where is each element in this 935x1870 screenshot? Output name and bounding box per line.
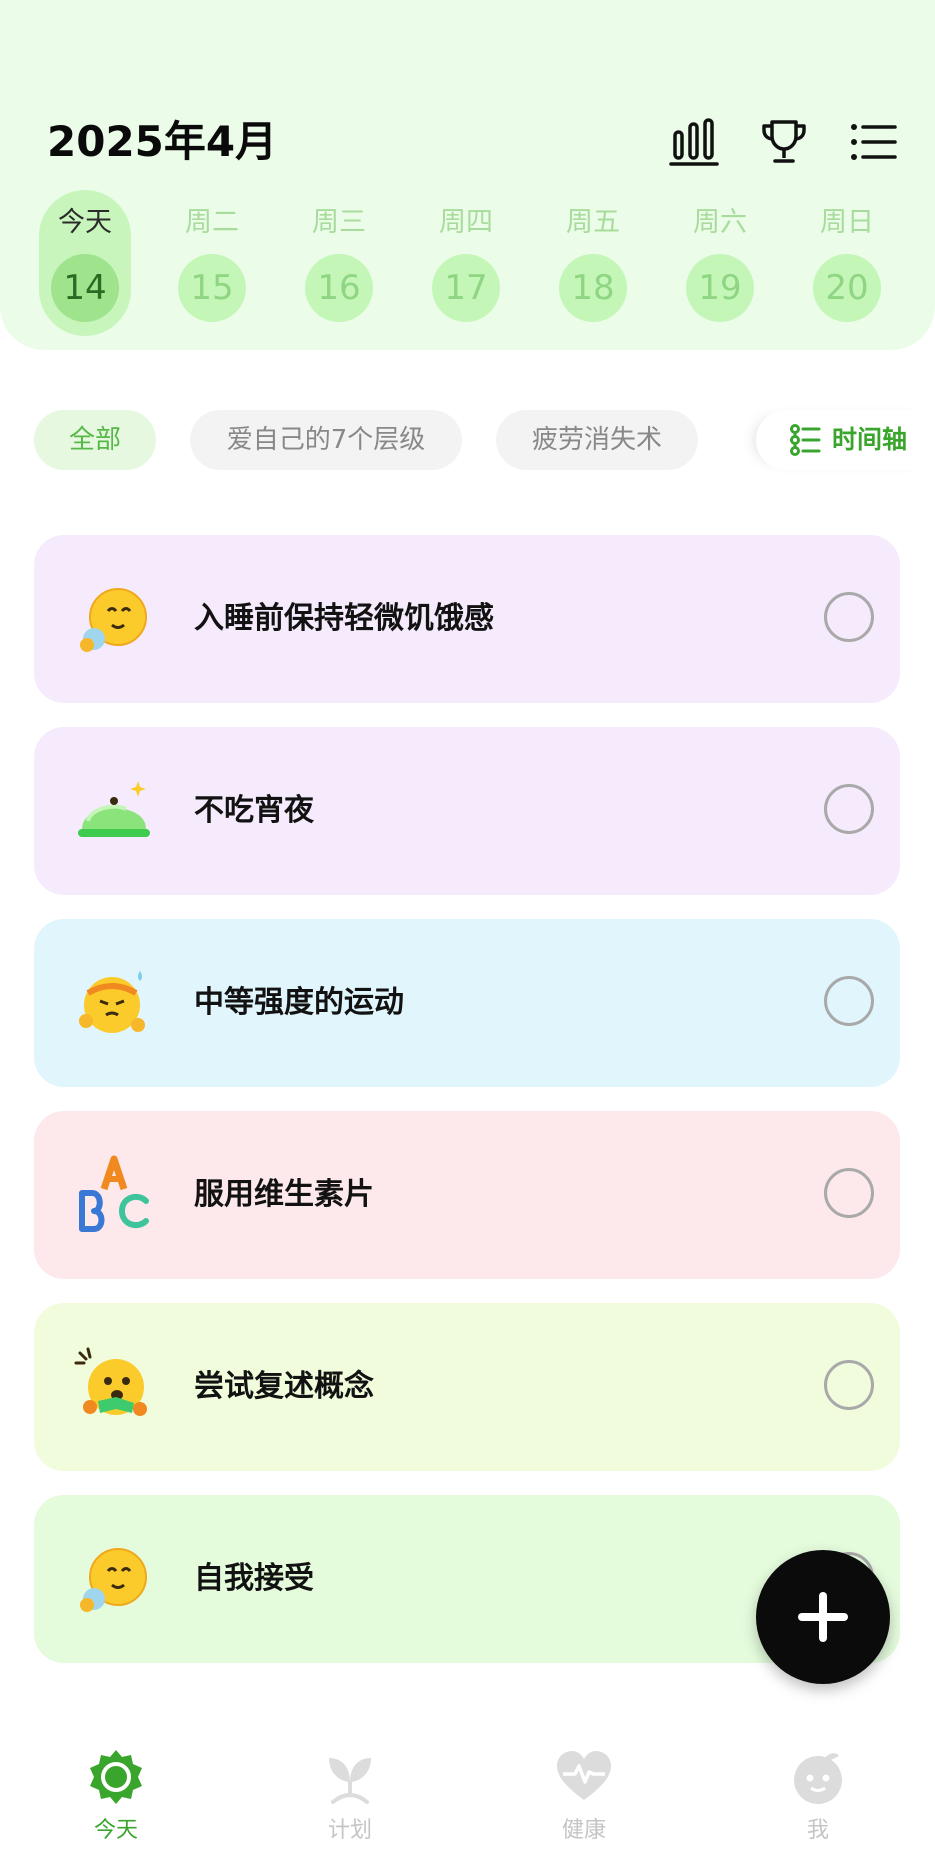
nav-label: 我 [806, 1818, 829, 1843]
nav-label: 计划 [327, 1818, 372, 1843]
habit-card[interactable]: 不吃宵夜 [34, 727, 900, 895]
chip-love-yourself[interactable]: 爱自己的7个层级 [190, 410, 462, 470]
day-date: 17 [432, 254, 500, 322]
day-thu[interactable]: 周四 17 [420, 190, 512, 336]
day-label: 周二 [185, 207, 239, 238]
trophy-icon[interactable] [758, 116, 810, 168]
habit-card[interactable]: 服用维生素片 [34, 1111, 900, 1279]
exercise-face-icon [74, 963, 154, 1043]
habit-name: 尝试复述概念 [194, 1369, 374, 1404]
habit-checkbox[interactable] [824, 1360, 874, 1410]
day-date: 14 [51, 254, 119, 322]
day-label: 今天 [58, 207, 112, 238]
timeline-label: 时间轴 [832, 425, 908, 454]
habit-name: 不吃宵夜 [194, 793, 314, 828]
day-date: 18 [559, 254, 627, 322]
day-label: 周三 [312, 207, 366, 238]
nav-me[interactable]: 我 [758, 1720, 878, 1860]
menu-icon[interactable] [848, 116, 900, 168]
food-cover-icon [74, 771, 154, 851]
day-tue[interactable]: 周二 15 [166, 190, 258, 336]
sleepy-face-icon [74, 1539, 154, 1619]
day-date: 20 [813, 254, 881, 322]
bottom-nav: 今天 计划 健康 我 [0, 1720, 935, 1870]
sprout-icon [321, 1748, 379, 1806]
sun-icon [87, 1748, 145, 1806]
habit-card[interactable]: 尝试复述概念 [34, 1303, 900, 1471]
day-label: 周六 [693, 207, 747, 238]
day-wed[interactable]: 周三 16 [293, 190, 385, 336]
header: 2025年4月 今天 14 周二 15 周三 16 周四 17 周五 18 周六… [0, 0, 935, 350]
day-label: 周五 [566, 207, 620, 238]
sleepy-face-icon [74, 579, 154, 659]
day-label: 周四 [439, 207, 493, 238]
habit-checkbox[interactable] [824, 592, 874, 642]
habit-card[interactable]: 中等强度的运动 [34, 919, 900, 1087]
stats-icon[interactable] [668, 116, 720, 168]
habit-checkbox[interactable] [824, 784, 874, 834]
day-label: 周日 [820, 207, 874, 238]
add-habit-button[interactable] [756, 1550, 890, 1684]
nav-health[interactable]: 健康 [524, 1720, 644, 1860]
nav-label: 健康 [561, 1818, 606, 1843]
timeline-icon [790, 424, 822, 456]
nav-today[interactable]: 今天 [56, 1720, 176, 1860]
habit-checkbox[interactable] [824, 976, 874, 1026]
day-sun[interactable]: 周日 20 [801, 190, 893, 336]
habit-name: 入睡前保持轻微饥饿感 [194, 601, 494, 636]
chip-all[interactable]: 全部 [34, 410, 156, 470]
day-fri[interactable]: 周五 18 [547, 190, 639, 336]
nav-plan[interactable]: 计划 [290, 1720, 410, 1860]
nav-label: 今天 [93, 1818, 138, 1843]
day-today[interactable]: 今天 14 [39, 190, 131, 336]
habit-name: 服用维生素片 [194, 1177, 374, 1212]
timeline-button[interactable]: 时间轴 [756, 410, 935, 470]
habit-name: 中等强度的运动 [194, 985, 404, 1020]
habit-checkbox[interactable] [824, 1168, 874, 1218]
heart-pulse-icon [555, 1748, 613, 1806]
chip-fatigue[interactable]: 疲劳消失术 [496, 410, 698, 470]
week-strip: 今天 14 周二 15 周三 16 周四 17 周五 18 周六 19 周日 2… [0, 190, 935, 340]
day-date: 16 [305, 254, 373, 322]
day-date: 19 [686, 254, 754, 322]
profile-face-icon [789, 1748, 847, 1806]
month-title[interactable]: 2025年4月 [47, 108, 277, 169]
filter-bar: 全部 爱自己的7个层级 疲劳消失术 时间轴 [0, 410, 935, 474]
day-date: 15 [178, 254, 246, 322]
habit-name: 自我接受 [194, 1561, 314, 1596]
habit-card[interactable]: 入睡前保持轻微饥饿感 [34, 535, 900, 703]
abc-letters-icon [74, 1155, 154, 1235]
reading-face-icon [74, 1347, 154, 1427]
day-sat[interactable]: 周六 19 [674, 190, 766, 336]
